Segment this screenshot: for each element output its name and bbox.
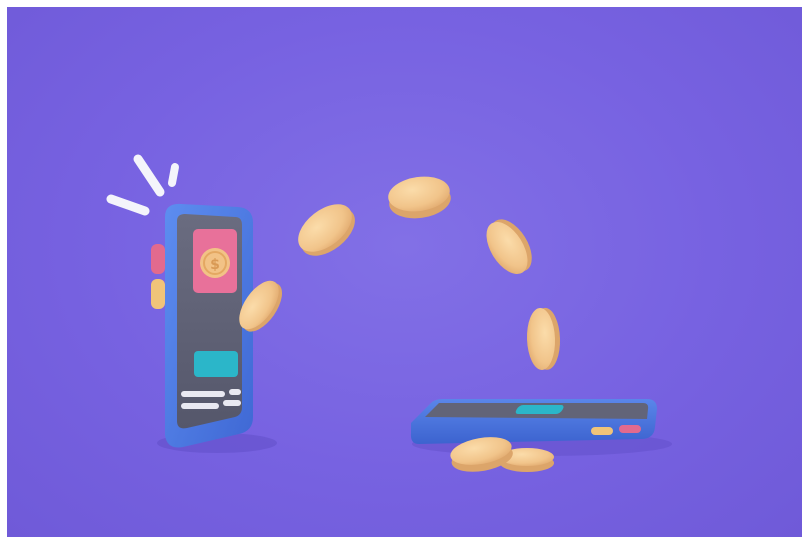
phone-lying-icon: [410, 399, 672, 456]
sparkle-lines-icon: [106, 154, 179, 216]
svg-text:$: $: [210, 257, 220, 273]
illustration-svg: $: [106, 154, 672, 472]
image-frame: $: [0, 0, 809, 544]
payment-illustration: $: [7, 7, 802, 537]
